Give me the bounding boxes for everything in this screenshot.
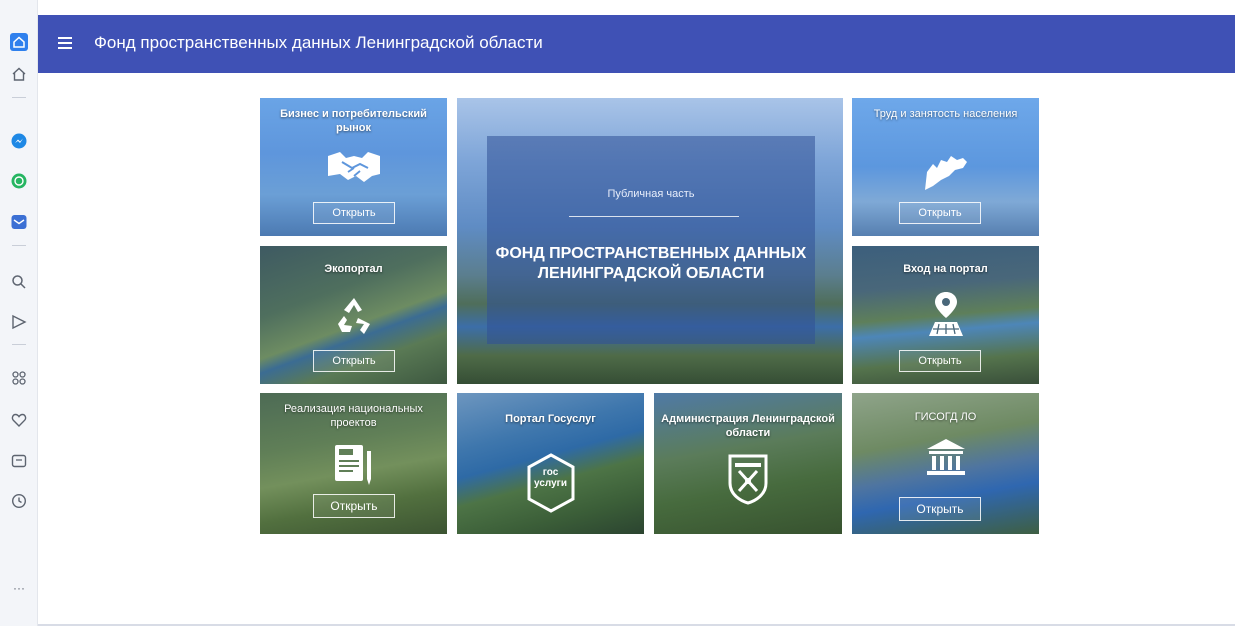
send-icon[interactable] [9, 312, 29, 332]
tile-login[interactable]: Вход на портал Открыть [852, 246, 1039, 384]
gosuslugi-logo: гос услуги [525, 453, 577, 518]
open-button[interactable]: Открыть [313, 202, 395, 224]
tile-national-label: Реализация национальных проектов [284, 403, 423, 429]
mail-icon[interactable] [9, 212, 29, 232]
heart-icon[interactable] [9, 410, 29, 430]
history-icon[interactable] [9, 491, 29, 511]
coat-of-arms-icon [727, 453, 769, 510]
open-button[interactable]: Открыть [899, 202, 981, 224]
home-outline-icon[interactable] [9, 64, 29, 84]
sidebar-separator [12, 245, 26, 246]
open-button[interactable]: Открыть [899, 497, 981, 521]
gosuslugi-logo-text-2: услуги [534, 478, 567, 489]
center-panel: Публичная часть ФОНД ПРОСТРАНСТВЕННЫХ ДА… [487, 136, 815, 344]
region-map-icon [923, 154, 969, 197]
recycle-icon [334, 296, 374, 341]
tile-gisogd[interactable]: ГИСОГД ЛО Открыть [852, 393, 1039, 534]
more-icon[interactable]: ··· [9, 578, 29, 598]
tile-labor-label: Труд и занятость населения [873, 108, 1018, 120]
sidebar-separator [12, 97, 26, 98]
whatsapp-icon[interactable] [9, 171, 29, 191]
messenger-icon[interactable] [9, 131, 29, 151]
apps-grid-icon[interactable] [9, 368, 29, 388]
tile-national-projects[interactable]: Реализация национальных проектов Открыть [260, 393, 447, 534]
public-part-subtitle: Публичная часть [607, 188, 695, 200]
tile-gosuslugi-label: Портал Госуслуг [505, 413, 596, 425]
search-icon[interactable] [9, 272, 29, 292]
handshake-icon [326, 150, 382, 189]
tile-center-public[interactable]: Публичная часть ФОНД ПРОСТРАНСТВЕННЫХ ДА… [457, 98, 843, 384]
menu-icon[interactable] [58, 37, 72, 49]
open-button[interactable]: Открыть [313, 494, 395, 518]
center-title: ФОНД ПРОСТРАНСТВЕННЫХ ДАННЫХ ЛЕНИНГРАДСК… [495, 245, 807, 282]
gosuslugi-logo-text-1: гос [542, 467, 559, 478]
document-icon [333, 443, 375, 492]
tile-labor[interactable]: Труд и занятость населения Открыть [852, 98, 1039, 236]
browser-sidebar: ··· [0, 0, 38, 626]
tile-business[interactable]: Бизнес и потребительский рынок Открыть [260, 98, 447, 236]
tile-administration[interactable]: Администрация Ленинградской области [654, 393, 842, 534]
open-button[interactable]: Открыть [899, 350, 981, 372]
tile-gisogd-label: ГИСОГД ЛО [914, 411, 977, 423]
home-active-icon[interactable] [9, 32, 29, 52]
tile-eco[interactable]: Экопортал Открыть [260, 246, 447, 384]
app-header: Фонд пространственных данных Ленинградск… [38, 15, 1235, 73]
sidebar-separator [12, 344, 26, 345]
tile-business-label: Бизнес и потребительский рынок [280, 108, 427, 134]
wallet-icon[interactable] [9, 451, 29, 471]
building-icon [925, 437, 967, 482]
open-button[interactable]: Открыть [313, 350, 395, 372]
page-title: Фонд пространственных данных Ленинградск… [94, 33, 543, 52]
tile-administration-label: Администрация Ленинградской области [661, 413, 835, 439]
map-pin-icon [925, 290, 967, 343]
tile-eco-label: Экопортал [324, 263, 383, 275]
tile-gosuslugi[interactable]: Портал Госуслуг гос услуги [457, 393, 644, 534]
divider [569, 216, 739, 217]
tile-login-label: Вход на портал [903, 263, 988, 275]
